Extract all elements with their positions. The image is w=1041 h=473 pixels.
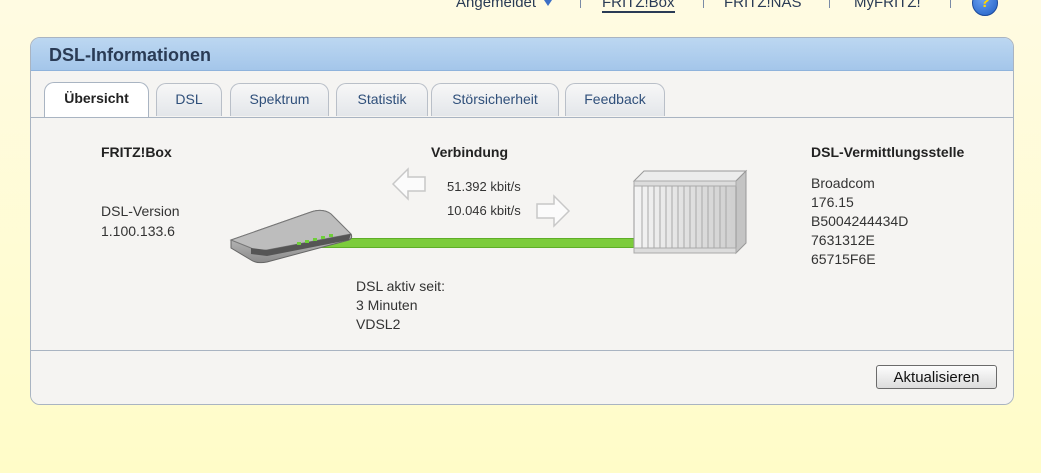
nav-divider	[950, 0, 951, 8]
arrow-right-icon	[536, 194, 571, 228]
exchange-value: Broadcom	[811, 175, 875, 191]
logged-in-menu[interactable]: Angemeldet	[456, 0, 555, 11]
connection-heading: Verbindung	[431, 144, 508, 160]
nav-divider	[829, 0, 830, 8]
overview-content: FRITZ!Box DSL-Version 1.100.133.6 Verbin…	[31, 117, 1013, 351]
panel-title: DSL-Informationen	[49, 45, 211, 65]
dsl-version-label: DSL-Version	[101, 203, 180, 219]
nav-divider	[703, 0, 704, 8]
tab-feedback[interactable]: Feedback	[565, 83, 665, 116]
tab-spectrum[interactable]: Spektrum	[230, 83, 329, 116]
logged-in-label: Angemeldet	[456, 0, 537, 11]
nav-fritzbox-link[interactable]: FRITZ!Box	[602, 0, 675, 13]
dsl-mode: VDSL2	[356, 316, 401, 332]
dsl-active-label: DSL aktiv seit:	[356, 278, 445, 294]
connection-line	[317, 238, 677, 248]
panel-header: DSL-Informationen	[31, 38, 1013, 71]
exchange-heading: DSL-Vermittlungsstelle	[811, 144, 965, 160]
dsl-active-duration: 3 Minuten	[356, 297, 418, 313]
dsl-version-value: 1.100.133.6	[101, 223, 175, 239]
tab-overview[interactable]: Übersicht	[44, 82, 149, 117]
downstream-rate: 51.392 kbit/s	[447, 179, 521, 194]
tab-interference[interactable]: Störsicherheit	[431, 83, 559, 116]
nav-divider	[580, 0, 581, 8]
tab-dsl[interactable]: DSL	[156, 83, 222, 116]
refresh-button[interactable]: Aktualisieren	[876, 365, 997, 389]
nav-myfritz-link[interactable]: MyFRITZ!	[854, 0, 921, 11]
panel-footer: Aktualisieren	[31, 350, 1013, 404]
chevron-down-icon	[542, 0, 555, 6]
exchange-value: 65715F6E	[811, 251, 876, 267]
exchange-value: 7631312E	[811, 232, 875, 248]
top-navigation: Angemeldet FRITZ!Box FRITZ!NAS MyFRITZ!	[0, 0, 1041, 18]
dsl-info-panel: DSL-Informationen Übersicht DSL Spektrum…	[30, 37, 1014, 405]
upstream-rate: 10.046 kbit/s	[447, 203, 521, 218]
arrow-left-icon	[391, 167, 426, 201]
dslam-rack-icon	[632, 169, 748, 255]
router-icon	[229, 209, 353, 264]
exchange-value: B5004244434D	[811, 213, 909, 229]
fritzbox-heading: FRITZ!Box	[101, 144, 172, 160]
nav-fritznas-link[interactable]: FRITZ!NAS	[724, 0, 802, 11]
tab-statistics[interactable]: Statistik	[336, 83, 428, 116]
tab-bar: Übersicht DSL Spektrum Statistik Störsic…	[31, 71, 1013, 118]
exchange-value: 176.15	[811, 194, 854, 210]
